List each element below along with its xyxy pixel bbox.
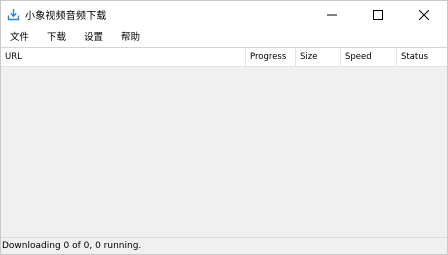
maximize-button[interactable] [355, 1, 401, 28]
column-header-progress[interactable]: Progress [246, 48, 296, 67]
menu-settings[interactable]: 设置 [78, 28, 109, 47]
window-controls [309, 1, 447, 28]
minimize-icon [327, 14, 337, 15]
table-header: URL Progress Size Speed Status [1, 48, 447, 67]
menu-bar: 文件 下载 设置 帮助 [1, 28, 447, 47]
menu-download[interactable]: 下载 [41, 28, 72, 47]
title-bar[interactable]: 小象视频音频下载 [1, 1, 447, 28]
maximize-icon [373, 9, 383, 20]
close-button[interactable] [401, 1, 447, 28]
download-list[interactable]: URL Progress Size Speed Status [1, 47, 447, 237]
status-bar: Downloading 0 of 0, 0 running. [1, 237, 447, 254]
column-header-size[interactable]: Size [296, 48, 341, 67]
column-header-status[interactable]: Status [397, 48, 447, 67]
status-text: Downloading 0 of 0, 0 running. [2, 241, 142, 251]
column-header-url[interactable]: URL [1, 48, 246, 67]
app-window: 小象视频音频下载 文件 下载 设置 帮助 URL Progress Size S… [0, 0, 448, 255]
close-icon [419, 9, 429, 20]
window-title: 小象视频音频下载 [25, 11, 107, 22]
menu-help[interactable]: 帮助 [115, 28, 146, 47]
menu-file[interactable]: 文件 [4, 28, 35, 47]
download-icon [7, 9, 20, 21]
minimize-button[interactable] [309, 1, 355, 28]
column-header-speed[interactable]: Speed [341, 48, 397, 67]
